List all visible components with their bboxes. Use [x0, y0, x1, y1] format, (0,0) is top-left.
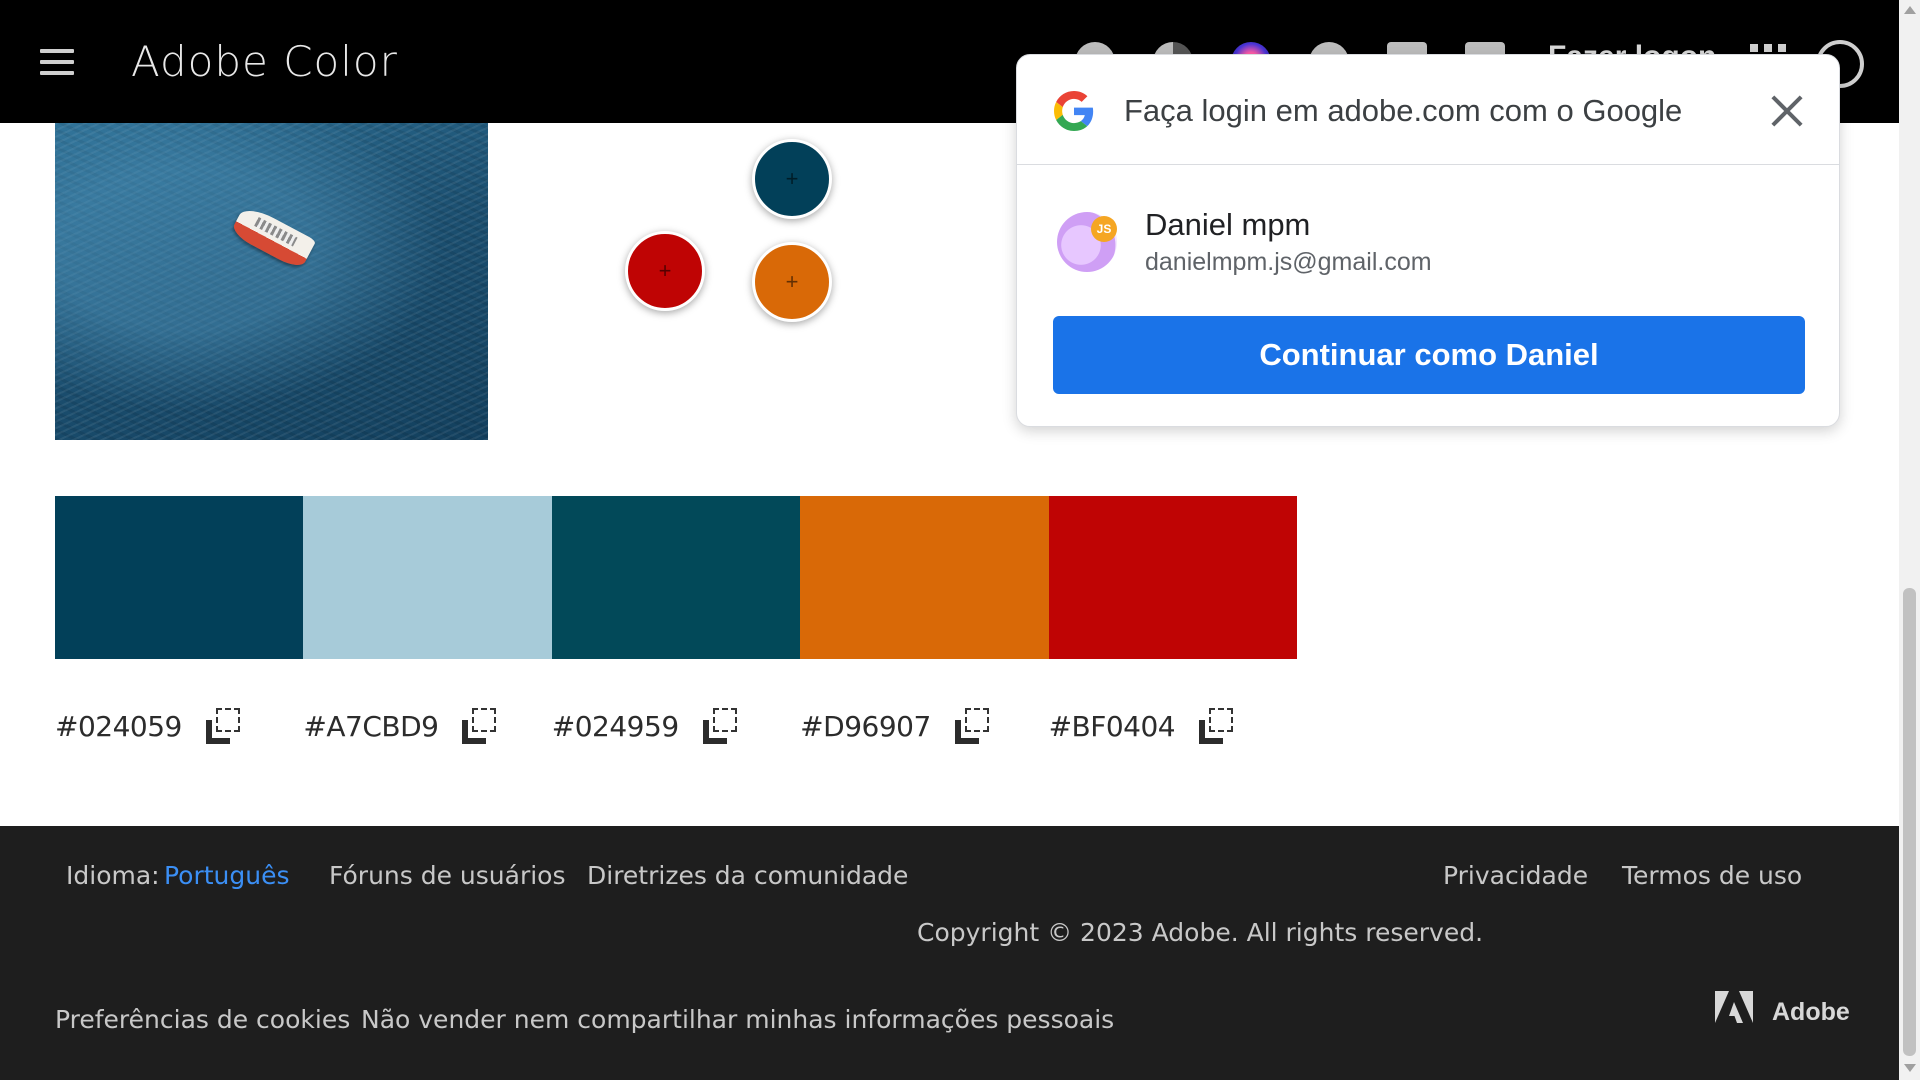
- forums-link[interactable]: Fóruns de usuários: [329, 861, 566, 890]
- google-signin-dialog: Faça login em adobe.com com o Google JS …: [1016, 54, 1840, 427]
- hex-item: #024959: [552, 703, 800, 749]
- dialog-header: Faça login em adobe.com com o Google: [1017, 55, 1839, 165]
- continue-button[interactable]: Continuar como Daniel: [1053, 316, 1805, 394]
- hex-code: #A7CBD9: [303, 709, 439, 743]
- source-image: [55, 123, 488, 440]
- color-swatch[interactable]: [303, 496, 552, 659]
- cookie-preferences-link[interactable]: Preferências de cookies: [55, 1005, 350, 1034]
- vertical-scrollbar[interactable]: [1899, 0, 1920, 1080]
- app-title[interactable]: Adobe Color: [131, 37, 398, 86]
- language-selector[interactable]: Português: [164, 861, 290, 890]
- color-handle-top[interactable]: +: [752, 139, 832, 219]
- dialog-title: Faça login em adobe.com com o Google: [1124, 93, 1683, 128]
- hex-item: #D96907: [800, 703, 1048, 749]
- ship-image: [229, 203, 317, 271]
- copyright-text: Copyright © 2023 Adobe. All rights reser…: [917, 918, 1484, 947]
- hex-code: #024959: [551, 709, 679, 743]
- privacy-link[interactable]: Privacidade: [1443, 861, 1588, 890]
- avatar[interactable]: JS: [1057, 212, 1117, 272]
- color-swatch[interactable]: [55, 496, 304, 659]
- hex-item: #A7CBD9: [303, 703, 551, 749]
- scroll-up-arrow-icon[interactable]: [1904, 6, 1916, 14]
- hex-code-row: #024059 #A7CBD9 #024959 #D96907 #BF0404: [55, 703, 1297, 749]
- color-handle-left[interactable]: +: [625, 231, 705, 311]
- color-handle-right[interactable]: +: [752, 242, 832, 322]
- hex-code: #D96907: [800, 709, 931, 743]
- plus-icon: +: [658, 258, 672, 283]
- plus-icon: +: [785, 166, 799, 191]
- hex-item: #024059: [55, 703, 303, 749]
- google-logo-icon: [1054, 91, 1094, 131]
- plus-icon: +: [785, 269, 799, 294]
- copy-icon[interactable]: [462, 708, 498, 744]
- page: Adobe Color Fazer logon + + +: [0, 0, 1899, 1080]
- color-swatch[interactable]: [800, 496, 1049, 659]
- do-not-sell-link[interactable]: Não vender nem compartilhar minhas infor…: [361, 1005, 1114, 1034]
- hex-item: #BF0404: [1049, 703, 1297, 749]
- scroll-down-arrow-icon[interactable]: [1904, 1064, 1916, 1072]
- hamburger-menu-icon[interactable]: [40, 49, 74, 75]
- color-swatch-strip: [55, 496, 1297, 659]
- copy-icon[interactable]: [954, 708, 991, 744]
- terms-link[interactable]: Termos de uso: [1622, 861, 1802, 890]
- adobe-logo-icon[interactable]: [1715, 991, 1753, 1023]
- account-email[interactable]: danielmpm.js@gmail.com: [1145, 248, 1432, 277]
- scroll-thumb[interactable]: [1903, 588, 1916, 1056]
- avatar-badge: JS: [1091, 216, 1117, 242]
- guidelines-link[interactable]: Diretrizes da comunidade: [587, 861, 908, 890]
- copy-icon[interactable]: [1199, 708, 1235, 744]
- copy-icon[interactable]: [702, 708, 739, 744]
- copy-icon[interactable]: [205, 708, 242, 744]
- hex-code: #024059: [55, 709, 182, 743]
- language-label: Idioma:: [66, 861, 160, 890]
- account-name[interactable]: Daniel mpm: [1145, 207, 1310, 243]
- adobe-brand-text[interactable]: Adobe: [1772, 998, 1850, 1027]
- color-swatch[interactable]: [1048, 496, 1297, 659]
- color-swatch[interactable]: [551, 496, 801, 659]
- close-icon[interactable]: [1767, 91, 1807, 131]
- hex-code: #BF0404: [1048, 709, 1176, 743]
